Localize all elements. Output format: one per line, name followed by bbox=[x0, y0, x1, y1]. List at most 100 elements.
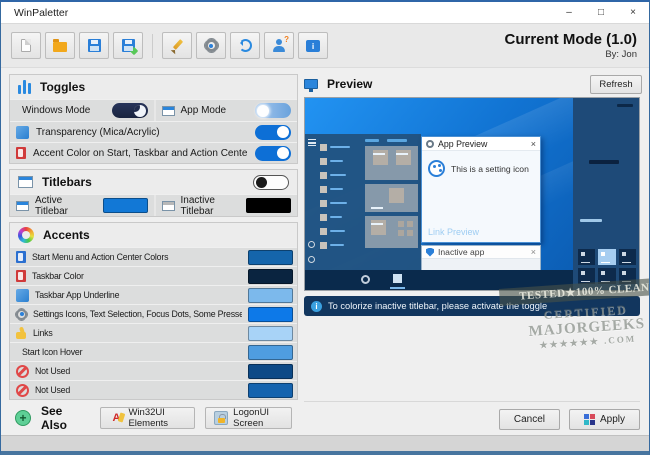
minimize-button[interactable]: – bbox=[553, 2, 585, 23]
accent-color-toggle[interactable] bbox=[255, 146, 291, 161]
active-titlebar-swatch[interactable] bbox=[103, 198, 148, 213]
app-mode-cell: App Mode bbox=[154, 100, 298, 121]
cancel-label: Cancel bbox=[514, 414, 545, 425]
current-mode-title: Current Mode (1.0) bbox=[504, 31, 637, 48]
right-panel: Preview Refresh bbox=[304, 74, 642, 316]
open-button[interactable] bbox=[45, 32, 75, 59]
cancel-button[interactable]: Cancel bbox=[499, 409, 560, 430]
plus-icon: + bbox=[15, 410, 31, 426]
start-hover-swatch[interactable] bbox=[248, 345, 293, 360]
toggles-card: Toggles Windows Mode App Mode bbox=[9, 74, 298, 164]
save-as-button[interactable] bbox=[113, 32, 143, 59]
save-as-icon bbox=[122, 39, 135, 52]
see-also-title: See Also bbox=[41, 404, 80, 432]
info-bar-text: To colorize inactive titlebar, please ac… bbox=[328, 301, 547, 311]
app-preview-window: App Preview × This is a setting icon Lin… bbox=[421, 136, 541, 243]
apply-icon bbox=[584, 414, 595, 425]
tile bbox=[373, 150, 388, 165]
not-used-swatch-1[interactable] bbox=[248, 364, 293, 379]
tip-button[interactable]: i bbox=[298, 32, 328, 59]
preview-canvas: App Preview × This is a setting icon Lin… bbox=[304, 97, 640, 291]
taskbar-underline-swatch[interactable] bbox=[248, 288, 293, 303]
gear-icon bbox=[426, 140, 434, 148]
titlebars-toggle[interactable] bbox=[253, 175, 289, 190]
footer-actions: Cancel Apply bbox=[304, 401, 640, 430]
mode-author: By: Jon bbox=[504, 49, 637, 60]
accent-color-row: Accent Color on Start, Taskbar and Actio… bbox=[10, 142, 297, 163]
app-preview-body: This is a setting icon bbox=[422, 151, 540, 177]
start-menu-app-list bbox=[318, 134, 363, 270]
quick-actions-grid bbox=[578, 249, 636, 284]
close-icon: × bbox=[531, 247, 536, 257]
taskbar-color-swatch[interactable] bbox=[248, 269, 293, 284]
win32ui-button[interactable]: A Win32UI Elements bbox=[100, 407, 195, 429]
app-preview-title: App Preview bbox=[438, 139, 527, 149]
apply-button[interactable]: Apply bbox=[569, 409, 640, 430]
app-list-item bbox=[318, 182, 363, 196]
winpaletter-window: WinPaletter – □ × ? i Current Mode (1.0)… bbox=[0, 0, 650, 455]
inactive-titlebar-cell: Inactive Titlebar bbox=[154, 195, 298, 216]
logonui-button[interactable]: LogonUI Screen bbox=[205, 407, 292, 429]
app-mode-label: App Mode bbox=[181, 105, 250, 116]
tile bbox=[396, 150, 411, 165]
taskbar-preview bbox=[305, 270, 573, 290]
accent-label: Not Used bbox=[35, 385, 242, 395]
quick-action-tile bbox=[578, 268, 595, 284]
win32ui-label: Win32UI Elements bbox=[128, 407, 186, 429]
app-mode-toggle[interactable] bbox=[255, 103, 291, 118]
power-icon bbox=[308, 256, 315, 263]
new-file-button[interactable] bbox=[11, 32, 41, 59]
accent-label: Start Menu and Action Center Colors bbox=[32, 252, 242, 262]
taskbar-gear-icon bbox=[361, 275, 370, 284]
accent-row-start-menu: Start Menu and Action Center Colors bbox=[10, 247, 297, 266]
save-icon bbox=[88, 39, 101, 52]
edit-pencil-icon bbox=[170, 39, 184, 53]
help-button[interactable]: ? bbox=[264, 32, 294, 59]
transparency-toggle[interactable] bbox=[255, 125, 291, 140]
preview-title: Preview bbox=[327, 77, 581, 91]
toggles-title: Toggles bbox=[40, 80, 289, 94]
windows-mode-toggle[interactable] bbox=[112, 103, 148, 118]
book-red-icon bbox=[16, 270, 26, 282]
content-area: Toggles Windows Mode App Mode bbox=[1, 68, 649, 435]
links-swatch[interactable] bbox=[248, 326, 293, 341]
titlebars-header: Titlebars bbox=[10, 170, 297, 194]
accent-color-icon bbox=[16, 147, 26, 159]
app-list-item bbox=[318, 168, 363, 182]
refresh-tool-button[interactable] bbox=[230, 32, 260, 59]
windows-mode-label: Windows Mode bbox=[22, 105, 106, 116]
tile bbox=[389, 188, 404, 203]
inactive-titlebar-swatch[interactable] bbox=[246, 198, 291, 213]
not-used-swatch-2[interactable] bbox=[248, 383, 293, 398]
inactive-app-titlebar: Inactive app × bbox=[422, 246, 540, 259]
accents-header: Accents bbox=[10, 223, 297, 247]
settings-button[interactable] bbox=[196, 32, 226, 59]
settings-icons-swatch[interactable] bbox=[248, 307, 293, 322]
active-titlebar-icon bbox=[16, 201, 29, 211]
refresh-icon bbox=[239, 39, 252, 52]
accent-row-underline: Taskbar App Underline bbox=[10, 285, 297, 304]
accent-row-start-hover: Start Icon Hover bbox=[10, 342, 297, 361]
open-folder-icon bbox=[53, 42, 67, 52]
start-menu-colors-swatch[interactable] bbox=[248, 250, 293, 265]
left-panel: Toggles Windows Mode App Mode bbox=[9, 74, 298, 431]
tile-panel bbox=[365, 216, 418, 248]
maximize-button[interactable]: □ bbox=[585, 2, 617, 23]
accent-color-label: Accent Color on Start, Taskbar and Actio… bbox=[33, 148, 248, 159]
toggles-header: Toggles bbox=[10, 75, 297, 99]
active-titlebar-label: Active Titlebar bbox=[35, 195, 97, 217]
titlebars-title: Titlebars bbox=[42, 175, 244, 189]
start-menu-tiles bbox=[363, 134, 421, 270]
windows-mode-cell: Windows Mode bbox=[10, 100, 154, 121]
mode-block: Current Mode (1.0) By: Jon bbox=[504, 31, 637, 60]
save-button[interactable] bbox=[79, 32, 109, 59]
refresh-preview-button[interactable]: Refresh bbox=[590, 75, 642, 94]
ban-icon bbox=[16, 384, 29, 397]
window-titlebar: WinPaletter – □ × bbox=[1, 2, 649, 23]
window-title: WinPaletter bbox=[14, 7, 553, 19]
close-button[interactable]: × bbox=[617, 2, 649, 23]
action-center-preview bbox=[573, 98, 639, 290]
user-help-icon: ? bbox=[272, 39, 286, 52]
edit-button[interactable] bbox=[162, 32, 192, 59]
titlebars-card: Titlebars Active Titlebar Inactive Title… bbox=[9, 169, 298, 217]
